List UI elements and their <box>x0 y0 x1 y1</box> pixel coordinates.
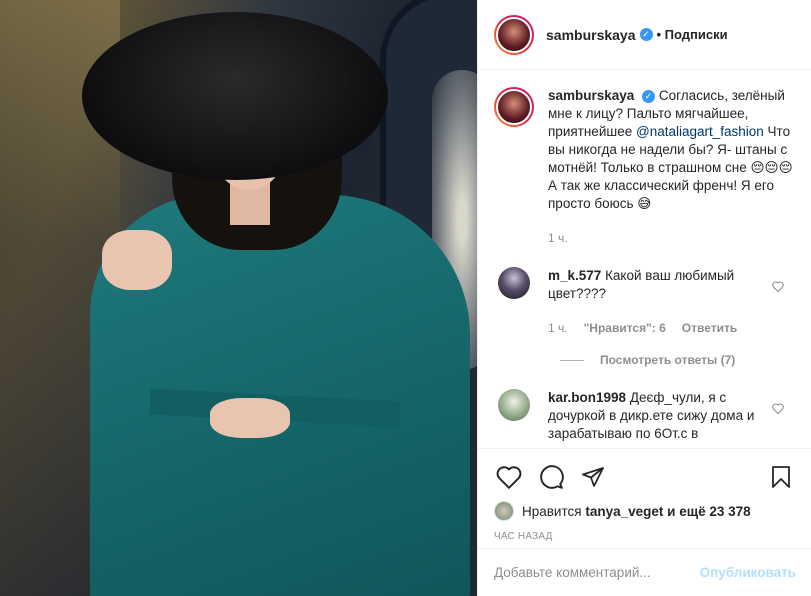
post-actions: Нравится tanya_veget и ещё 23 378 час на… <box>478 448 811 542</box>
comment-heart-icon[interactable] <box>772 281 784 295</box>
action-icons-bar <box>494 457 796 497</box>
reply-button[interactable]: Ответить <box>682 319 737 337</box>
comment-avatar[interactable] <box>498 267 530 299</box>
add-comment-bar: Опубликовать <box>478 548 811 596</box>
comment-body: m_k.577 Какой ваш любимый цвет???? 1 ч. … <box>548 267 768 337</box>
caption: samburskaya ✓ Согласись, зелёный мне к л… <box>494 87 796 247</box>
caption-avatar-image <box>496 89 532 125</box>
comment-input[interactable] <box>494 565 700 580</box>
comment-time[interactable]: 1 ч. <box>548 319 568 337</box>
bookmark-save-icon[interactable] <box>766 462 796 492</box>
comment-avatar[interactable] <box>498 389 530 421</box>
post-side-panel: samburskaya ✓ • Подписки samburskaya ✓ С… <box>477 0 811 596</box>
replies-line-divider <box>560 359 584 361</box>
post-header: samburskaya ✓ • Подписки <box>478 0 811 70</box>
caption-username[interactable]: samburskaya <box>548 88 634 103</box>
comments-list[interactable]: samburskaya ✓ Согласись, зелёный мне к л… <box>478 71 811 448</box>
author-username[interactable]: samburskaya <box>546 27 636 43</box>
liker-username[interactable]: tanya_veget <box>585 504 663 519</box>
share-send-icon[interactable] <box>578 462 608 492</box>
caption-meta: 1 ч. <box>548 229 796 247</box>
photo-hat <box>82 12 388 180</box>
comment-body: kar.bon1998 Деєф_чули, я с дочуркой в ди… <box>548 389 768 443</box>
caption-avatar[interactable] <box>494 87 534 127</box>
verified-badge-icon: ✓ <box>642 89 656 103</box>
comment-username[interactable]: m_k.577 <box>548 268 601 283</box>
post-photo[interactable] <box>0 0 477 596</box>
comment-username[interactable]: kar.bon1998 <box>548 390 626 405</box>
author-avatar[interactable] <box>494 14 534 55</box>
photo-hand <box>210 398 290 438</box>
publish-button[interactable]: Опубликовать <box>700 565 796 580</box>
comment-likes-count[interactable]: "Нравится": 6 <box>584 319 666 337</box>
liker-avatar <box>494 501 514 521</box>
comment-item: kar.bon1998 Деєф_чули, я с дочуркой в ди… <box>494 389 796 443</box>
view-replies-button[interactable]: Посмотреть ответы (7) <box>560 353 796 367</box>
photo-hand <box>102 230 172 290</box>
view-replies-label: Посмотреть ответы (7) <box>600 353 736 367</box>
comment-meta: 1 ч. "Нравится": 6 Ответить <box>548 319 768 337</box>
verified-badge-icon: ✓ <box>639 28 653 41</box>
like-heart-icon[interactable] <box>494 462 524 492</box>
likes-summary[interactable]: Нравится tanya_veget и ещё 23 378 <box>494 501 796 521</box>
caption-mention-link[interactable]: @nataliagart_fashion <box>636 124 764 139</box>
comment-bubble-icon[interactable] <box>536 462 566 492</box>
author-avatar-image <box>496 16 532 53</box>
caption-time[interactable]: 1 ч. <box>548 229 568 247</box>
likes-count[interactable]: и ещё 23 378 <box>667 504 751 519</box>
post-timestamp: час назад <box>494 531 553 542</box>
comment-item: m_k.577 Какой ваш любимый цвет???? 1 ч. … <box>494 267 796 337</box>
likes-prefix: Нравится <box>522 503 582 519</box>
follow-button[interactable]: • Подписки <box>657 27 728 42</box>
comment-heart-icon[interactable] <box>772 403 784 417</box>
caption-body: samburskaya ✓ Согласись, зелёный мне к л… <box>548 87 796 247</box>
